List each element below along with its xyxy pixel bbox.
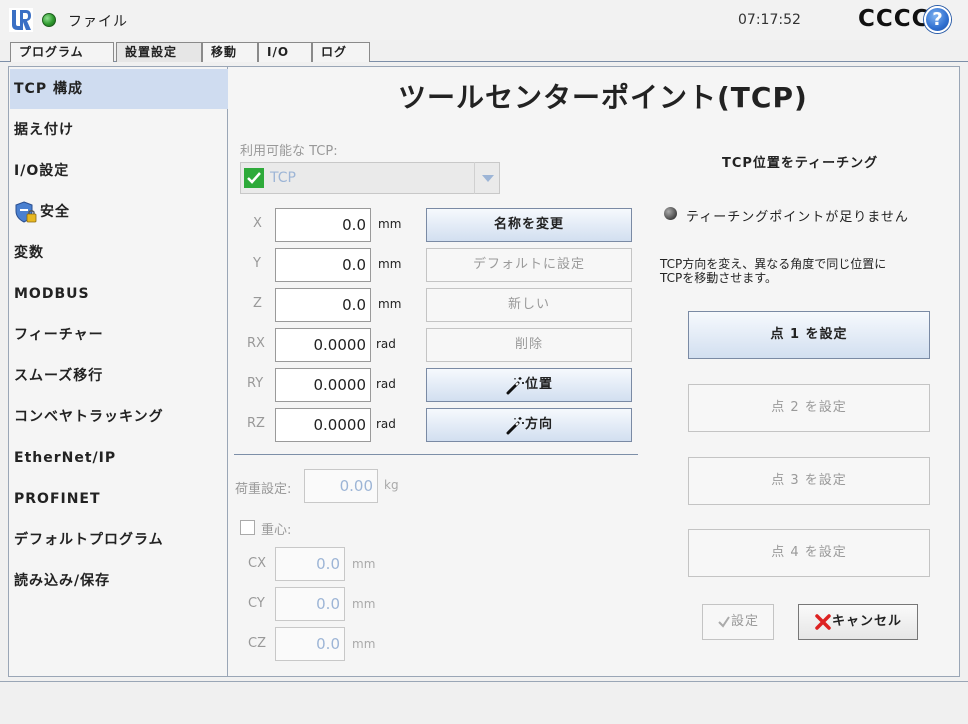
teach-instructions-line2: TCPを移動させます。 — [660, 271, 778, 285]
ry-label: RY — [247, 376, 264, 391]
sidebar-item-smooth-transition[interactable]: スムーズ移行 — [10, 356, 228, 396]
sidebar-item-modbus[interactable]: MODBUS — [10, 274, 228, 314]
teach-status: ティーチングポイントが足りません — [686, 210, 909, 225]
sidebar-item-tcp[interactable]: TCP 構成 — [10, 69, 228, 109]
page-title: ツールセンターポイント(TCP) — [398, 81, 808, 114]
sidebar-item-safety[interactable]: 安全 — [10, 192, 228, 232]
set-point-4-button[interactable]: 点 4 を設定 — [688, 529, 930, 577]
position-wizard-button[interactable]: 位置 — [426, 368, 632, 402]
position-wizard-label: 位置 — [524, 377, 553, 392]
cz-unit: mm — [352, 637, 376, 651]
cancel-button-label: キャンセル — [831, 614, 902, 629]
orientation-wizard-button[interactable]: 方向 — [426, 408, 632, 442]
set-button[interactable]: 設定 — [702, 604, 774, 640]
robot-status-icon — [42, 13, 56, 27]
y-unit: mm — [378, 257, 402, 271]
cog-checkbox[interactable] — [240, 520, 255, 535]
z-label: Z — [253, 296, 262, 311]
set-point-1-button[interactable]: 点 1 を設定 — [688, 311, 930, 359]
payload-field[interactable]: 0.00 — [304, 469, 378, 503]
set-point-3-button[interactable]: 点 3 を設定 — [688, 457, 930, 505]
z-unit: mm — [378, 297, 402, 311]
magic-wand-icon — [506, 416, 524, 434]
title-bar — [0, 0, 968, 40]
tab-installation[interactable]: 設置設定 — [116, 42, 202, 62]
rx-unit: rad — [376, 337, 396, 351]
cx-unit: mm — [352, 557, 376, 571]
tcp-select-value: TCP — [270, 170, 296, 186]
cy-field[interactable]: 0.0 — [275, 587, 345, 621]
cx-field[interactable]: 0.0 — [275, 547, 345, 581]
check-icon — [718, 615, 730, 628]
y-label: Y — [253, 256, 261, 271]
help-icon[interactable]: ? — [924, 6, 951, 33]
checkmark-icon — [244, 168, 264, 188]
sidebar-item-conveyor-tracking[interactable]: コンベヤトラッキング — [10, 397, 228, 437]
x-label: X — [253, 216, 262, 231]
delete-button[interactable]: 削除 — [426, 328, 632, 362]
x-field[interactable]: 0.0 — [275, 208, 371, 242]
status-indicator-icon — [664, 207, 677, 220]
payload-unit: kg — [384, 478, 399, 492]
available-tcp-label: 利用可能な TCP: — [240, 144, 338, 159]
magic-wand-icon — [506, 376, 524, 394]
cancel-button[interactable]: キャンセル — [798, 604, 918, 640]
robot-name: CCCC — [858, 6, 930, 32]
ur-logo-icon — [9, 8, 33, 32]
z-field[interactable]: 0.0 — [275, 288, 371, 322]
cx-label: CX — [248, 556, 266, 571]
teach-instructions-line1: TCP方向を変え、異なる角度で同じ位置に — [660, 257, 887, 271]
tab-program[interactable]: プログラム — [10, 42, 114, 62]
sidebar-item-ethernet-ip[interactable]: EtherNet/IP — [10, 438, 228, 478]
sidebar-item-features[interactable]: フィーチャー — [10, 315, 228, 355]
teach-title: TCP位置をティーチング — [722, 156, 879, 171]
y-field[interactable]: 0.0 — [275, 248, 371, 282]
set-default-button[interactable]: デフォルトに設定 — [426, 248, 632, 282]
rx-label: RX — [247, 336, 265, 351]
sidebar-item-io-setup[interactable]: I/O設定 — [10, 151, 228, 191]
file-menu[interactable]: ファイル — [68, 11, 128, 31]
chevron-down-icon — [482, 175, 494, 182]
shield-lock-icon — [15, 201, 37, 223]
cy-label: CY — [248, 596, 265, 611]
sidebar-item-mounting[interactable]: 据え付け — [10, 110, 228, 150]
rz-field[interactable]: 0.0000 — [275, 408, 371, 442]
ry-field[interactable]: 0.0000 — [275, 368, 371, 402]
rz-unit: rad — [376, 417, 396, 431]
sidebar-item-safety-label: 安全 — [40, 204, 70, 220]
sidebar-item-load-save[interactable]: 読み込み/保存 — [10, 561, 228, 601]
ry-unit: rad — [376, 377, 396, 391]
set-button-label: 設定 — [730, 614, 759, 629]
close-icon — [815, 613, 831, 630]
set-point-2-button[interactable]: 点 2 を設定 — [688, 384, 930, 432]
cz-label: CZ — [248, 636, 266, 651]
sidebar-item-variables[interactable]: 変数 — [10, 233, 228, 273]
cz-field[interactable]: 0.0 — [275, 627, 345, 661]
tab-move[interactable]: 移動 — [202, 42, 258, 62]
tab-log[interactable]: ログ — [312, 42, 370, 62]
cy-unit: mm — [352, 597, 376, 611]
payload-label: 荷重設定: — [235, 482, 292, 497]
bottom-bar — [0, 681, 968, 724]
x-unit: mm — [378, 217, 402, 231]
cog-label: 重心: — [261, 523, 292, 538]
clock: 07:17:52 — [738, 12, 801, 28]
divider — [234, 454, 638, 455]
sidebar-item-default-program[interactable]: デフォルトプログラム — [10, 520, 228, 560]
sidebar: TCP 構成 据え付け I/O設定 安全 変数 MODBUS フィーチャー スム… — [8, 66, 228, 677]
tab-io[interactable]: I/O — [258, 42, 312, 62]
sidebar-item-profinet[interactable]: PROFINET — [10, 479, 228, 519]
rename-button[interactable]: 名称を変更 — [426, 208, 632, 242]
rx-field[interactable]: 0.0000 — [275, 328, 371, 362]
orientation-wizard-label: 方向 — [524, 417, 553, 432]
new-button[interactable]: 新しい — [426, 288, 632, 322]
rz-label: RZ — [247, 416, 265, 431]
